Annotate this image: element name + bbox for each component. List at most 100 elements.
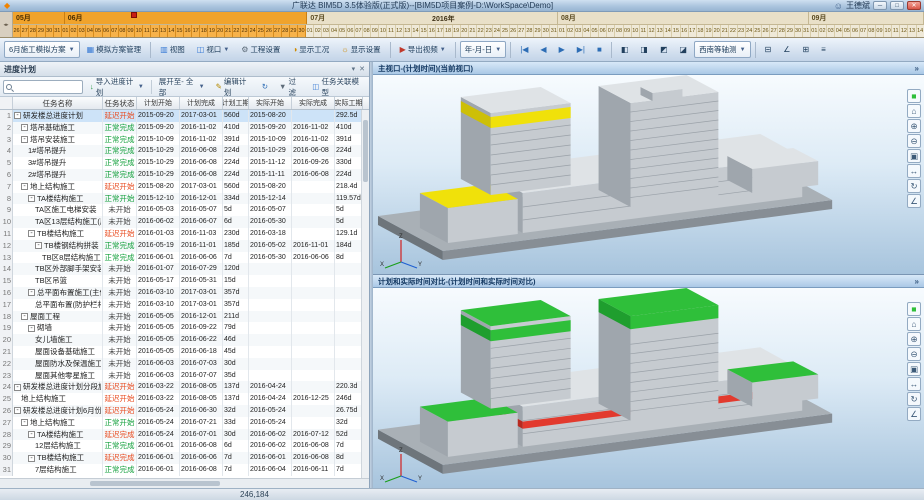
play-prev-button[interactable]: ◀: [535, 41, 551, 58]
timeline-day[interactable]: 21: [469, 25, 477, 37]
timeline-day[interactable]: 20: [217, 25, 225, 37]
model-cube-icon[interactable]: ■: [907, 302, 921, 316]
task-row[interactable]: 24-研发楼总进度计划分段施工进度计划延迟开始2016-03-222016-08…: [0, 381, 369, 393]
timeline-day[interactable]: 30: [542, 25, 550, 37]
viewport-select-button[interactable]: ◫ 视口 ▼: [192, 41, 235, 58]
timeline-day[interactable]: 30: [46, 25, 54, 37]
show-highlight-toggle[interactable]: ◨: [635, 41, 653, 58]
stop-button[interactable]: ■: [592, 41, 607, 58]
timeline-day[interactable]: 16: [681, 25, 689, 37]
section-button[interactable]: ⊟: [760, 41, 777, 58]
task-row[interactable]: 317层结构施工正常完成2016-06-012016-06-087d2016-0…: [0, 464, 369, 476]
timeline-day[interactable]: 09: [876, 25, 884, 37]
timeline-day[interactable]: 03: [575, 25, 583, 37]
task-row[interactable]: 19-砌墙未开始2016-05-052016-09-2279d: [0, 322, 369, 334]
task-row[interactable]: 11-TB楼结构施工延迟开始2016-01-032016-11-03230d20…: [0, 228, 369, 240]
timeline-day[interactable]: 27: [21, 25, 29, 37]
timeline-day[interactable]: 05: [94, 25, 102, 37]
timeline-day[interactable]: 14: [412, 25, 420, 37]
task-row[interactable]: 26-研发楼总进度计划6月份施工计划延迟开始2016-05-242016-06-…: [0, 405, 369, 417]
task-row[interactable]: 28-TA楼结构施工延迟完成2016-05-242016-07-0130d201…: [0, 429, 369, 441]
measure-icon[interactable]: ∠: [907, 407, 921, 421]
orbit-icon[interactable]: ↻: [907, 179, 921, 193]
timeline-day[interactable]: 28: [29, 25, 37, 37]
task-row[interactable]: 25地上结构施工延迟开始2016-03-222016-08-05137d2016…: [0, 393, 369, 405]
timeline-day[interactable]: 26: [265, 25, 273, 37]
view-button[interactable]: ▥ 视图: [155, 41, 190, 58]
link-model-button[interactable]: ◫ 任务关联模型: [308, 79, 366, 95]
timeline-day[interactable]: 27: [274, 25, 282, 37]
zoom-in-icon[interactable]: ⊕: [907, 119, 921, 133]
timeline-day[interactable]: 31: [550, 25, 558, 37]
timeline-day[interactable]: 16: [428, 25, 436, 37]
timeline-day[interactable]: 08: [119, 25, 127, 37]
tree-expander-icon[interactable]: -: [21, 313, 28, 320]
vertical-scrollbar[interactable]: [361, 110, 369, 478]
tree-expander-icon[interactable]: -: [21, 136, 28, 143]
task-row[interactable]: 10TA区13层结构施工(层高4.2m)未开始2016-06-022016-06…: [0, 216, 369, 228]
task-row[interactable]: 23屋面其他零星施工未开始2016-06-032016-07-0735d: [0, 370, 369, 382]
task-row[interactable]: 9TA区施工电梯安装未开始2016-05-032016-05-075d2016-…: [0, 204, 369, 216]
timeline-day[interactable]: 04: [86, 25, 94, 37]
task-row[interactable]: 13TB区8层结构施工正常完成2016-06-012016-06-067d201…: [0, 252, 369, 264]
task-row[interactable]: 30-TB楼结构施工延迟完成2016-06-012016-06-067d2016…: [0, 452, 369, 464]
timeline-day[interactable]: 10: [379, 25, 387, 37]
timeline-day[interactable]: 15: [420, 25, 428, 37]
timeline-day[interactable]: 10: [135, 25, 143, 37]
grid-button[interactable]: ⊞: [797, 41, 814, 58]
timeline-day[interactable]: 12: [151, 25, 159, 37]
timeline-day[interactable]: 15: [176, 25, 184, 37]
timeline-day[interactable]: 16: [184, 25, 192, 37]
pan-icon[interactable]: ↔: [907, 164, 921, 178]
timeline-day[interactable]: 12: [648, 25, 656, 37]
timeline-day[interactable]: 28: [282, 25, 290, 37]
zoom-out-icon[interactable]: ⊖: [907, 347, 921, 361]
refresh-button[interactable]: ↻: [258, 79, 272, 95]
task-row[interactable]: 22屋面防水及保温施工未开始2016-06-032016-07-0330d: [0, 358, 369, 370]
task-row[interactable]: 18-屋面工程未开始2016-05-052016-12-01211d: [0, 311, 369, 323]
zoom-in-icon[interactable]: ⊕: [907, 332, 921, 346]
tree-expander-icon[interactable]: -: [28, 289, 35, 296]
timeline-day[interactable]: 26: [13, 25, 21, 37]
task-row[interactable]: 12-TB楼钢结构拼装正常完成2016-05-192016-11-01185d2…: [0, 240, 369, 252]
measure-icon[interactable]: ∠: [907, 194, 921, 208]
timeline-day[interactable]: 13: [160, 25, 168, 37]
tree-expander-icon[interactable]: -: [21, 183, 28, 190]
timeline-day[interactable]: 21: [225, 25, 233, 37]
viewport-expand-icon[interactable]: »: [915, 64, 919, 73]
timeline-day[interactable]: 22: [729, 25, 737, 37]
tree-expander-icon[interactable]: -: [21, 124, 28, 131]
timeline-day[interactable]: 11: [640, 25, 648, 37]
timeline-day[interactable]: 27: [770, 25, 778, 37]
timeline-day[interactable]: 01: [306, 25, 314, 37]
expand-to-button[interactable]: 展开至- 全部 ▼: [155, 79, 209, 95]
orbit-icon[interactable]: ↻: [907, 392, 921, 406]
maximize-button[interactable]: □: [890, 1, 904, 10]
timeline-day[interactable]: 24: [493, 25, 501, 37]
timeline-day[interactable]: 26: [510, 25, 518, 37]
column-task-name[interactable]: 任务名称: [13, 97, 103, 109]
timeline-day[interactable]: 06: [347, 25, 355, 37]
timeline-day[interactable]: 13: [908, 25, 916, 37]
task-row[interactable]: 53#塔吊提升正常完成2015-10-292016-06-08224d2015-…: [0, 157, 369, 169]
home-view-icon[interactable]: ⌂: [907, 317, 921, 331]
timeline-day[interactable]: 10: [884, 25, 892, 37]
timeline-day[interactable]: 17: [436, 25, 444, 37]
task-row[interactable]: 41#塔吊提升正常完成2015-10-292016-06-08224d2015-…: [0, 145, 369, 157]
task-row[interactable]: 1-研发楼总进度计划延迟开始2015-09-202017-03-01560d20…: [0, 110, 369, 122]
zoom-fit-icon[interactable]: ▣: [907, 149, 921, 163]
timeline-day[interactable]: 11: [143, 25, 151, 37]
show-condition-button[interactable]: ◑ 显示工况: [287, 41, 334, 58]
column-planned-start[interactable]: 计划开始: [137, 97, 180, 109]
home-view-icon[interactable]: ⌂: [907, 104, 921, 118]
timeline-day[interactable]: 14: [917, 25, 924, 37]
timeline-day[interactable]: 25: [754, 25, 762, 37]
timeline-day[interactable]: 24: [249, 25, 257, 37]
task-row[interactable]: 27-地上结构施工正常开始2016-05-242016-07-2133d2016…: [0, 417, 369, 429]
timeline-day[interactable]: 09: [371, 25, 379, 37]
list-button[interactable]: ≡: [816, 41, 831, 58]
timeline-day[interactable]: 08: [868, 25, 876, 37]
export-video-button[interactable]: ▶ 导出视频 ▼: [395, 41, 451, 58]
scheme-manage-button[interactable]: ▦ 模拟方案管理: [82, 41, 147, 58]
timeline-day[interactable]: 17: [689, 25, 697, 37]
